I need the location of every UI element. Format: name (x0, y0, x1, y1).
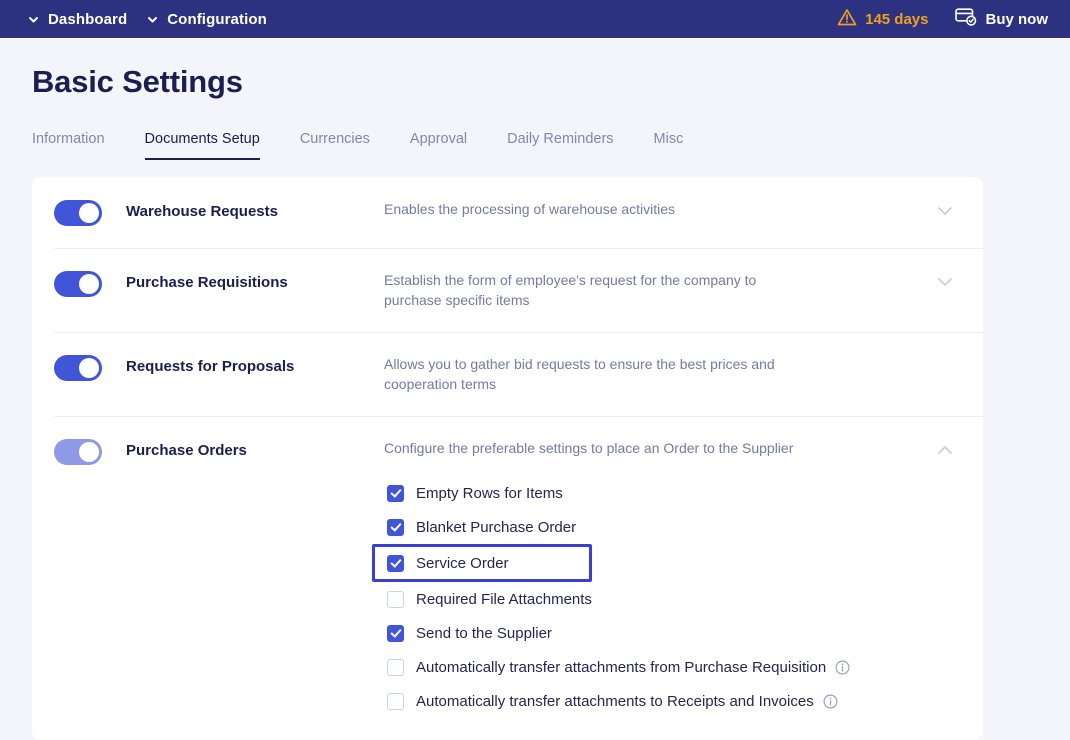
checkbox-blanket-purchase-order[interactable] (387, 518, 404, 536)
checkbox-item-send-to-the-supplier[interactable]: Send to the Supplier (374, 616, 569, 650)
toggle-knob (79, 358, 99, 378)
warning-triangle-icon (837, 8, 857, 31)
tab-documents-setup[interactable]: Documents Setup (144, 130, 260, 160)
tab-currencies[interactable]: Currencies (300, 130, 370, 160)
setting-body-purchase-requisitions: Establish the form of employee's request… (384, 270, 925, 310)
setting-body-requests-for-proposals: Allows you to gather bid requests to ens… (384, 354, 925, 394)
checkbox-label-empty-rows-for-items: Empty Rows for Items (416, 484, 563, 502)
info-icon[interactable] (835, 659, 850, 675)
purchase-order-options-list: Empty Rows for Items Blanket Purchase Or… (372, 476, 925, 718)
chevron-down-icon[interactable] (141, 8, 163, 30)
tab-misc[interactable]: Misc (654, 130, 684, 160)
toggle-purchase-orders[interactable] (54, 439, 102, 465)
expand-toggle-requests-for-proposals (925, 354, 965, 358)
checkbox-required-file-attachments[interactable] (387, 590, 404, 608)
checkbox-item-required-file-attachments[interactable]: Required File Attachments (374, 582, 609, 616)
setting-description-purchase-requisitions: Establish the form of employee's request… (384, 272, 757, 308)
checkbox-label-required-file-attachments: Required File Attachments (416, 590, 592, 608)
setting-body-warehouse-requests: Enables the processing of warehouse acti… (384, 199, 925, 219)
collapse-toggle-purchase-orders[interactable] (925, 438, 965, 460)
tab-approval[interactable]: Approval (410, 130, 467, 160)
tab-bar: Information Documents Setup Currencies A… (32, 124, 1070, 160)
checkbox-empty-rows-for-items[interactable] (387, 484, 404, 502)
breadcrumb: Dashboard Configuration (22, 8, 281, 30)
setting-description-purchase-orders: Configure the preferable settings to pla… (384, 440, 794, 456)
chevron-down-icon[interactable] (22, 8, 44, 30)
breadcrumb-item-configuration[interactable]: Configuration (141, 8, 281, 30)
page-content: Basic Settings Information Documents Set… (0, 64, 1070, 740)
page-title: Basic Settings (32, 64, 243, 99)
trial-days-indicator[interactable]: 145 days (837, 8, 929, 31)
toggle-purchase-requisitions[interactable] (54, 271, 102, 297)
toggle-knob (79, 442, 99, 462)
payment-card-check-icon (954, 7, 977, 31)
setting-label-warehouse-requests: Warehouse Requests (126, 203, 278, 220)
trial-days-label: 145 days (865, 10, 929, 28)
expand-toggle-purchase-requisitions[interactable] (925, 270, 965, 292)
toggle-knob (79, 274, 99, 294)
topbar-actions: 145 days Buy now (837, 7, 1048, 31)
checkbox-label-service-order: Service Order (416, 554, 509, 572)
toggle-warehouse-requests[interactable] (54, 200, 102, 226)
setting-row-purchase-requisitions: Purchase Requisitions Establish the form… (32, 248, 983, 332)
checkbox-label-auto-transfer-from-purchase-requisition: Automatically transfer attachments from … (416, 658, 827, 676)
checkbox-auto-transfer-to-receipts-and-invoices[interactable] (387, 692, 404, 710)
buy-now-button[interactable]: Buy now (954, 7, 1049, 31)
info-icon[interactable] (823, 693, 838, 709)
setting-row-purchase-orders: Purchase Orders Configure the preferable… (32, 416, 983, 740)
checkbox-label-auto-transfer-to-receipts-and-invoices: Automatically transfer attachments to Re… (416, 692, 814, 710)
checkbox-item-service-order[interactable]: Service Order (372, 544, 592, 582)
setting-body-purchase-orders: Configure the preferable settings to pla… (372, 438, 925, 718)
setting-label-requests-for-proposals: Requests for Proposals (126, 358, 295, 375)
setting-row-warehouse-requests: Warehouse Requests Enables the processin… (32, 177, 983, 248)
tab-information[interactable]: Information (32, 130, 105, 160)
toggle-knob (79, 203, 99, 223)
setting-row-requests-for-proposals: Requests for Proposals Allows you to gat… (32, 332, 983, 416)
breadcrumb-item-dashboard[interactable]: Dashboard (22, 8, 141, 30)
buy-now-label: Buy now (985, 10, 1049, 28)
tab-daily-reminders[interactable]: Daily Reminders (507, 130, 613, 160)
chevron-down-icon (937, 203, 953, 221)
checkbox-service-order[interactable] (387, 554, 404, 572)
checkbox-item-blanket-purchase-order[interactable]: Blanket Purchase Order (374, 510, 593, 544)
setting-description-requests-for-proposals: Allows you to gather bid requests to ens… (384, 356, 775, 392)
toggle-requests-for-proposals[interactable] (54, 355, 102, 381)
expand-toggle-warehouse-requests[interactable] (925, 199, 965, 221)
checkbox-label-send-to-the-supplier: Send to the Supplier (416, 624, 552, 642)
setting-description-warehouse-requests: Enables the processing of warehouse acti… (384, 201, 676, 217)
chevron-up-icon (937, 442, 953, 460)
breadcrumb-label-dashboard: Dashboard (48, 10, 128, 28)
chevron-down-icon (937, 274, 953, 292)
setting-label-purchase-requisitions: Purchase Requisitions (126, 274, 288, 291)
checkbox-label-blanket-purchase-order: Blanket Purchase Order (416, 518, 577, 536)
checkbox-item-auto-transfer-to-receipts-and-invoices[interactable]: Automatically transfer attachments to Re… (374, 684, 855, 718)
checkbox-item-empty-rows-for-items[interactable]: Empty Rows for Items (374, 476, 580, 510)
setting-label-purchase-orders: Purchase Orders (126, 442, 247, 459)
checkbox-send-to-the-supplier[interactable] (387, 624, 404, 642)
checkbox-item-auto-transfer-from-purchase-requisition[interactable]: Automatically transfer attachments from … (374, 650, 867, 684)
top-header-bar: Dashboard Configuration 145 days Buy now (0, 0, 1070, 38)
settings-card: Warehouse Requests Enables the processin… (32, 177, 983, 740)
breadcrumb-label-configuration: Configuration (167, 10, 267, 28)
checkbox-auto-transfer-from-purchase-requisition[interactable] (387, 658, 404, 676)
